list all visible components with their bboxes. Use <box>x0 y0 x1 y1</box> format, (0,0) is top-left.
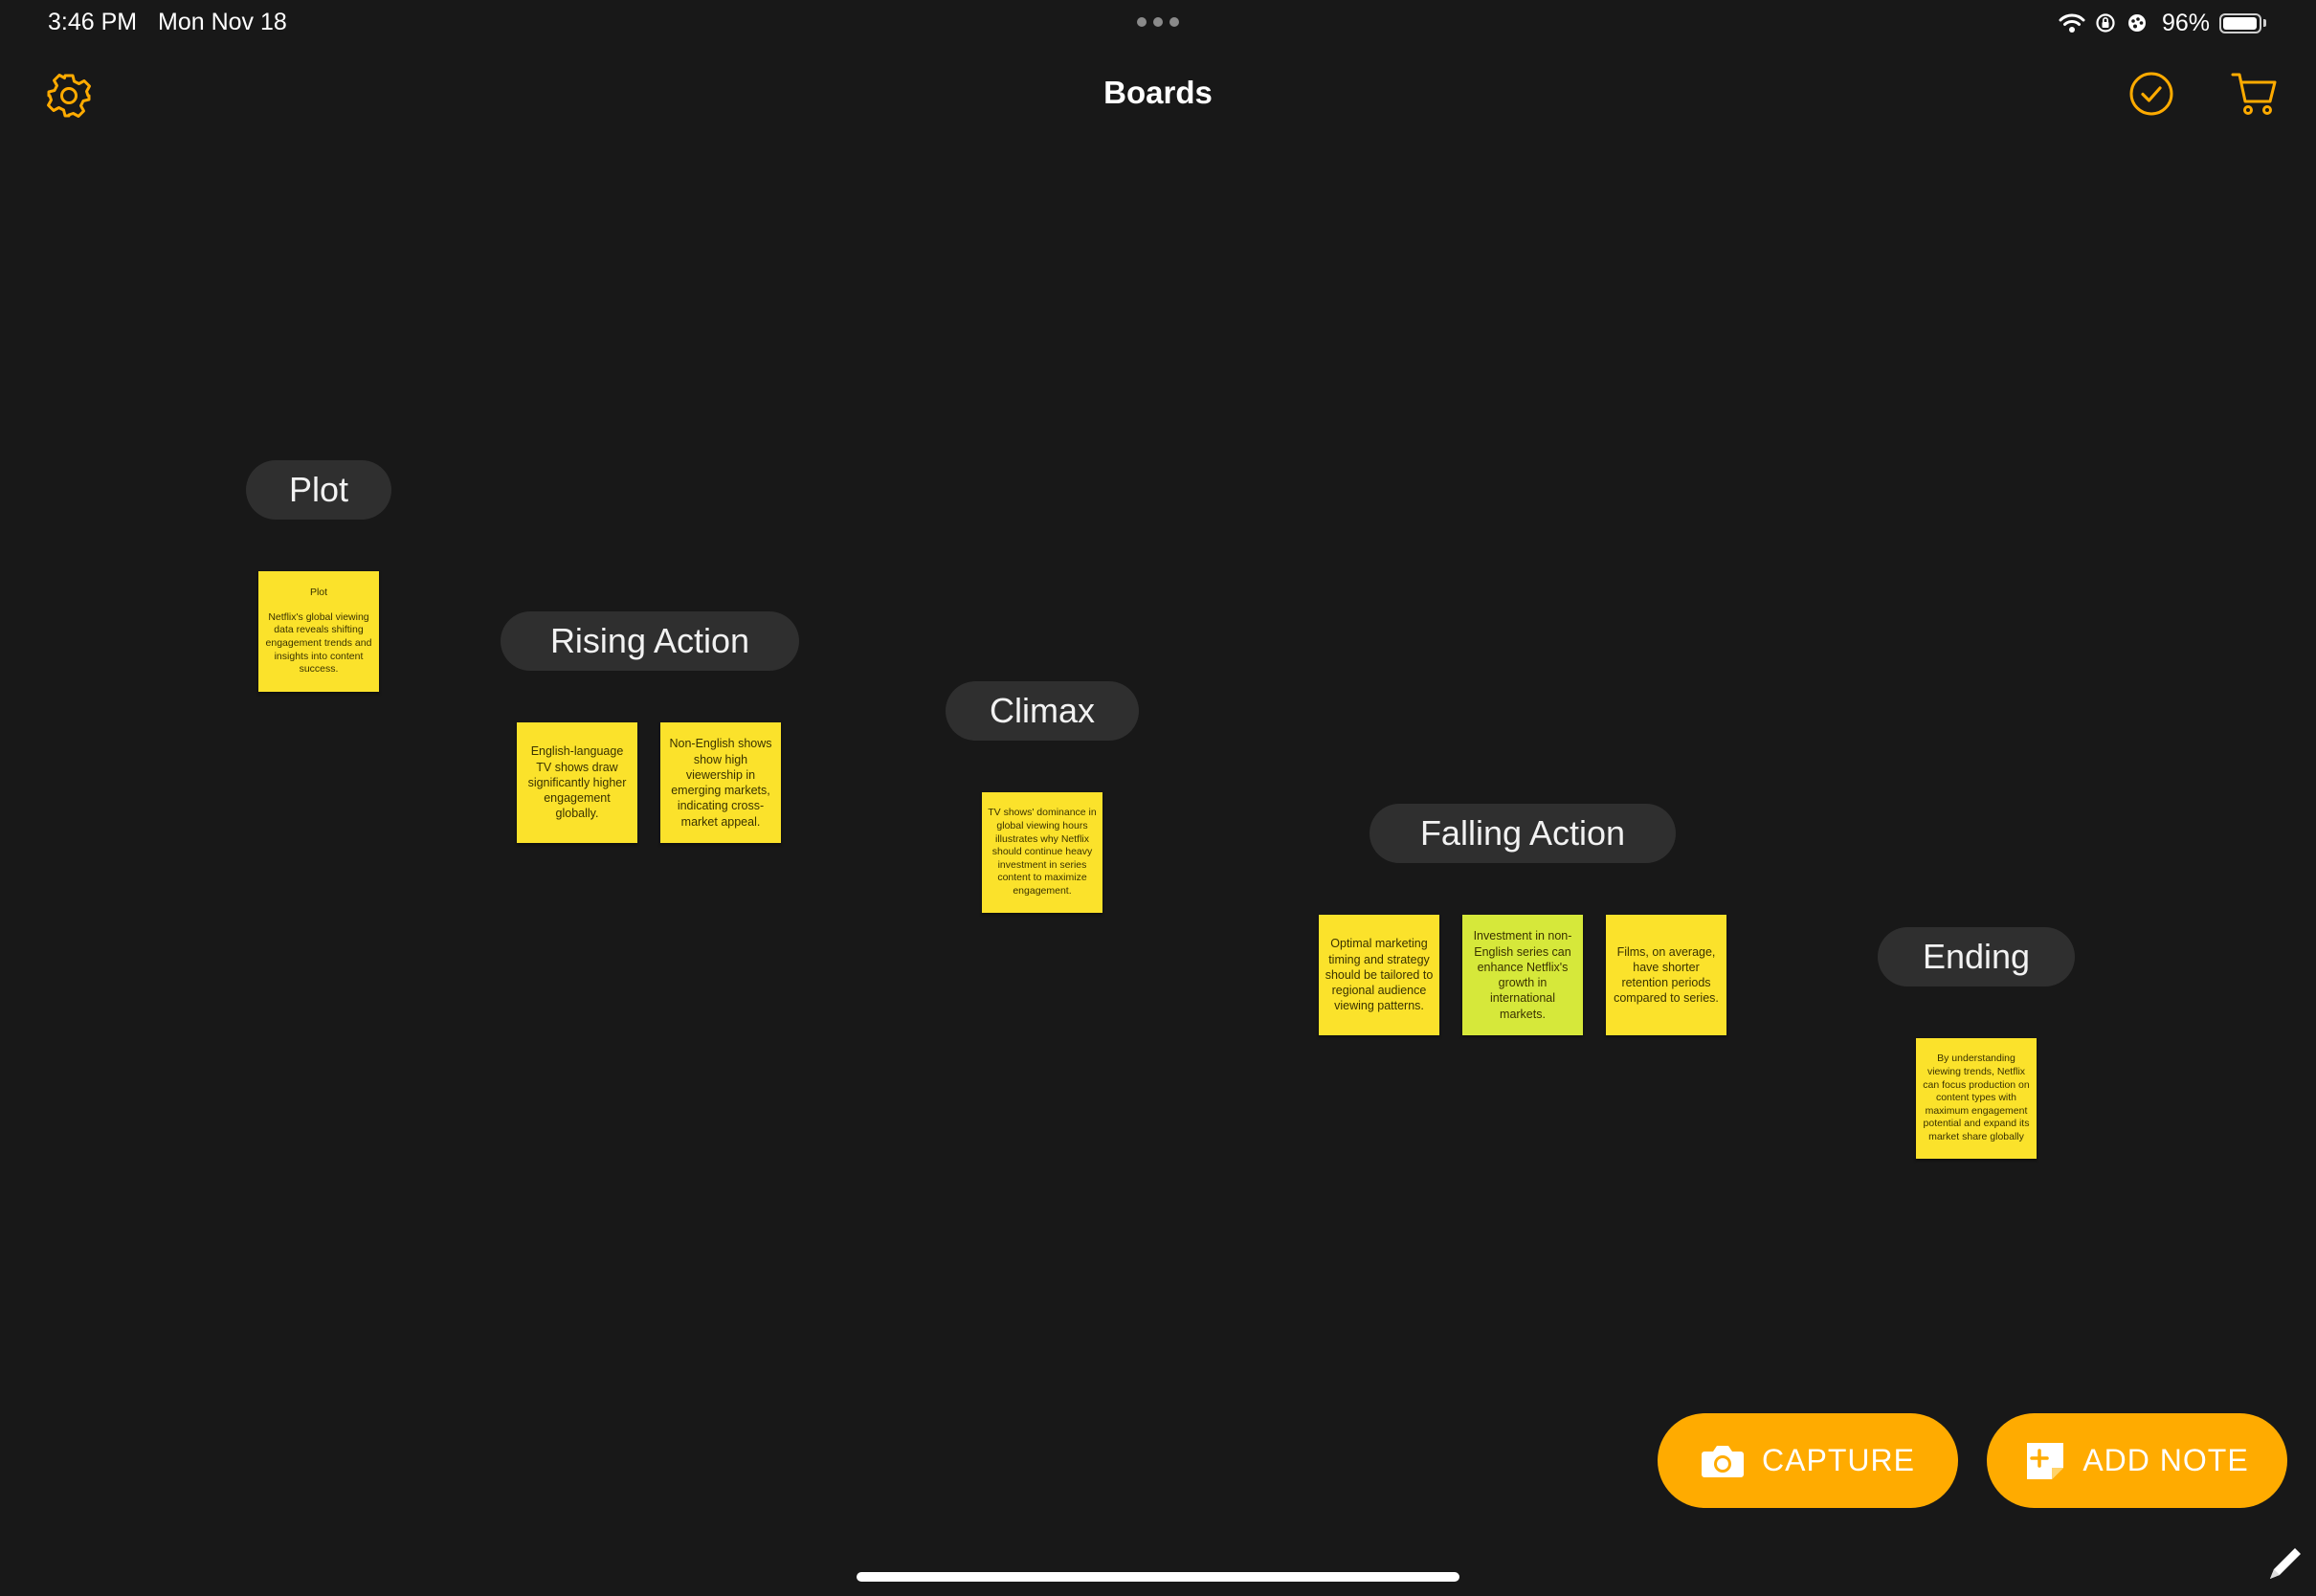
cart-button[interactable] <box>2228 67 2282 121</box>
battery-fill <box>2223 16 2257 30</box>
section-pill-falling-action[interactable]: Falling Action <box>1370 804 1676 863</box>
note-text: Films, on average, have shorter retentio… <box>1614 944 1719 1006</box>
note-text: Investment in non-English series can enh… <box>1473 929 1572 1021</box>
sticky-note[interactable]: English-language TV shows draw significa… <box>517 722 637 843</box>
status-time: 3:46 PM <box>48 9 138 35</box>
wifi-icon <box>2059 13 2085 33</box>
note-text: Non-English shows show high viewership i… <box>669 737 772 829</box>
note-text: Netflix's global viewing data reveals sh… <box>265 610 372 676</box>
add-note-icon <box>2027 1442 2064 1479</box>
capture-button[interactable]: CAPTURE <box>1658 1413 1958 1508</box>
sticky-note[interactable]: Films, on average, have shorter retentio… <box>1606 915 1726 1035</box>
boards-screen: 3:46 PM Mon Nov 18 96% Boards Plot Plot … <box>0 0 2316 1596</box>
section-pill-rising-action[interactable]: Rising Action <box>501 611 799 671</box>
checkmark-circle-icon <box>2129 72 2173 116</box>
note-text: By understanding viewing trends, Netflix… <box>1923 1053 2030 1143</box>
capture-label: CAPTURE <box>1762 1443 1915 1477</box>
pencil-icon[interactable] <box>2264 1544 2305 1585</box>
sticky-note[interactable]: Investment in non-English series can enh… <box>1462 915 1583 1035</box>
sticky-note[interactable]: Non-English shows show high viewership i… <box>660 722 781 843</box>
focus-icon <box>2127 14 2146 32</box>
battery-tip <box>2263 19 2266 27</box>
add-note-label: ADD NOTE <box>2082 1443 2249 1477</box>
cart-icon <box>2231 73 2277 115</box>
battery-icon <box>2219 12 2261 33</box>
orientation-lock-icon <box>2096 13 2115 33</box>
note-text: Optimal marketing timing and strategy sh… <box>1325 937 1434 1013</box>
note-title: Plot <box>309 587 328 599</box>
sticky-note[interactable]: TV shows' dominance in global viewing ho… <box>982 792 1102 913</box>
battery-percent: 96% <box>2161 9 2210 36</box>
multitasking-dots-icon[interactable] <box>1137 17 1179 27</box>
note-text: English-language TV shows draw significa… <box>527 744 627 821</box>
home-indicator[interactable] <box>857 1572 1459 1582</box>
sticky-note[interactable]: By understanding viewing trends, Netflix… <box>1916 1038 2037 1159</box>
sticky-note[interactable]: Plot Netflix's global viewing data revea… <box>258 571 379 692</box>
status-bar: 3:46 PM Mon Nov 18 96% <box>0 0 2316 46</box>
section-pill-plot[interactable]: Plot <box>246 460 391 520</box>
page-title: Boards <box>1103 75 1213 110</box>
status-date: Mon Nov 18 <box>158 9 287 35</box>
section-pill-ending[interactable]: Ending <box>1878 927 2075 986</box>
add-note-button[interactable]: ADD NOTE <box>1987 1413 2287 1508</box>
note-text: TV shows' dominance in global viewing ho… <box>988 807 1097 898</box>
camera-icon <box>1702 1445 1745 1477</box>
select-button[interactable] <box>2127 69 2176 119</box>
section-pill-climax[interactable]: Climax <box>946 681 1139 741</box>
status-indicators: 96% <box>2059 8 2266 38</box>
sticky-note[interactable]: Optimal marketing timing and strategy sh… <box>1319 915 1439 1035</box>
